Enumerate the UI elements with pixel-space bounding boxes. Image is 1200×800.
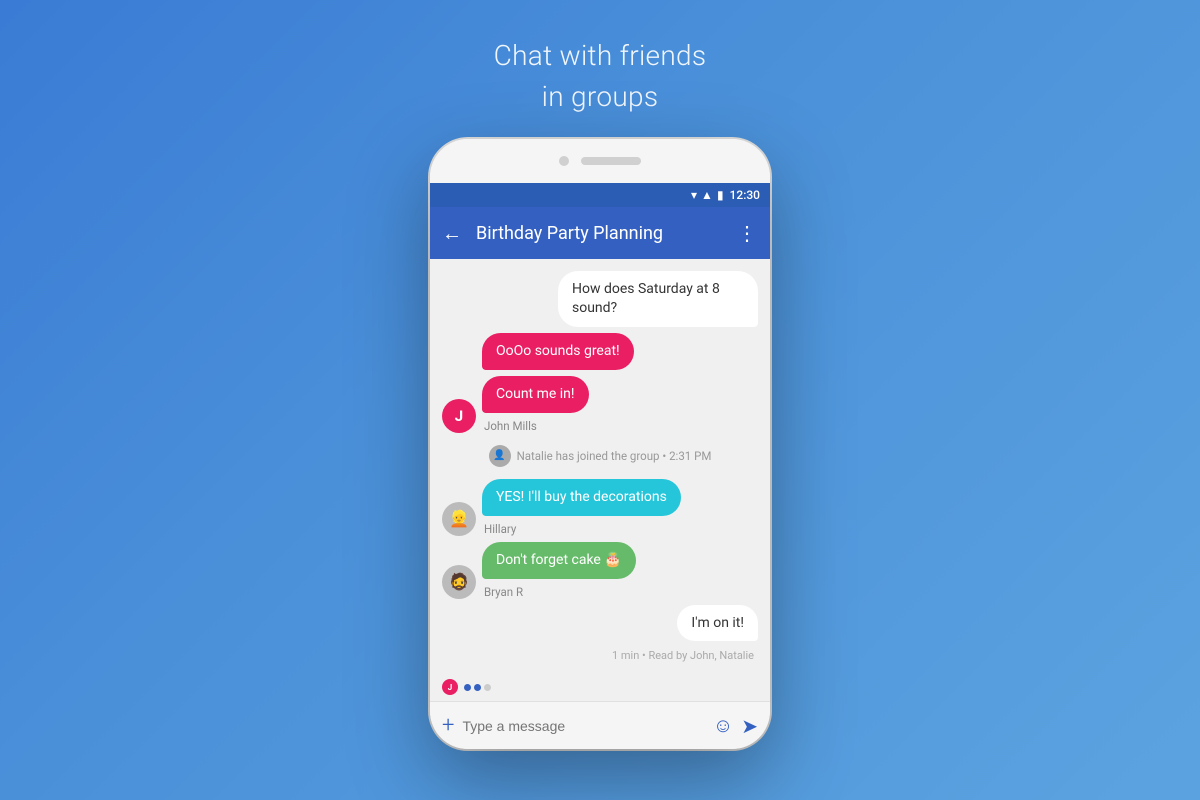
message-row: OoOo sounds great! (482, 333, 758, 370)
message-group: OoOo sounds great! (482, 333, 634, 370)
message-bubble: How does Saturday at 8 sound? (558, 271, 758, 327)
message-row: 🧔 Don't forget cake 🎂 Bryan R (442, 542, 758, 599)
typing-dot-3 (484, 684, 491, 691)
wifi-icon: ▾ (691, 188, 697, 202)
send-button[interactable]: ➤ (741, 714, 758, 738)
message-bubble: OoOo sounds great! (482, 333, 634, 370)
sender-name: John Mills (484, 419, 589, 433)
typing-dots (464, 684, 491, 691)
signal-icon: ▲ (701, 188, 713, 202)
input-bar: + ☺ ➤ (430, 701, 770, 749)
message-bubble: Don't forget cake 🎂 (482, 542, 636, 579)
status-icons: ▾ ▲ ▮ (691, 188, 724, 202)
menu-button[interactable]: ⋮ (737, 221, 758, 245)
message-bubble: YES! I'll buy the decorations (482, 479, 681, 516)
message-bubble: I'm on it! (677, 605, 758, 642)
battery-icon: ▮ (717, 188, 724, 202)
message-input[interactable] (462, 718, 704, 734)
message-row: How does Saturday at 8 sound? (442, 271, 758, 327)
app-toolbar: ← Birthday Party Planning ⋮ (430, 207, 770, 259)
sender-avatar: 👱 (442, 502, 476, 536)
back-button[interactable]: ← (442, 221, 462, 246)
emoji-button[interactable]: ☺ (713, 713, 733, 738)
status-bar: ▾ ▲ ▮ 12:30 (430, 183, 770, 207)
sender-name: Hillary (484, 522, 681, 536)
typing-dot-1 (464, 684, 471, 691)
status-time: 12:30 (730, 188, 760, 202)
message-bubble: Count me in! (482, 376, 589, 413)
message-group: Count me in! John Mills (482, 376, 589, 433)
typing-avatar: J (442, 679, 458, 695)
message-row: I'm on it! (442, 605, 758, 642)
system-text: Natalie has joined the group • 2:31 PM (517, 449, 712, 463)
message-group: YES! I'll buy the decorations Hillary (482, 479, 681, 536)
message-group: Don't forget cake 🎂 Bryan R (482, 542, 636, 599)
tagline: Chat with friends in groups (494, 36, 707, 117)
sender-avatar: J (442, 399, 476, 433)
system-avatar: 👤 (489, 445, 511, 467)
phone-speaker (581, 157, 641, 165)
attach-button[interactable]: + (442, 713, 454, 738)
typing-indicators: J (430, 673, 770, 701)
toolbar-title: Birthday Party Planning (476, 223, 737, 244)
typing-dot-2 (474, 684, 481, 691)
phone-top-area (430, 139, 770, 183)
phone-shell: ▾ ▲ ▮ 12:30 ← Birthday Party Planning ⋮ … (430, 139, 770, 749)
sender-name: Bryan R (484, 585, 636, 599)
phone-camera (559, 156, 569, 166)
message-row: 👱 YES! I'll buy the decorations Hillary (442, 479, 758, 536)
system-message: 👤 Natalie has joined the group • 2:31 PM (442, 439, 758, 473)
sender-avatar: 🧔 (442, 565, 476, 599)
read-receipt: 1 min • Read by John, Natalie (442, 649, 758, 662)
chat-area[interactable]: How does Saturday at 8 sound? OoOo sound… (430, 259, 770, 673)
message-row: J Count me in! John Mills (442, 376, 758, 433)
